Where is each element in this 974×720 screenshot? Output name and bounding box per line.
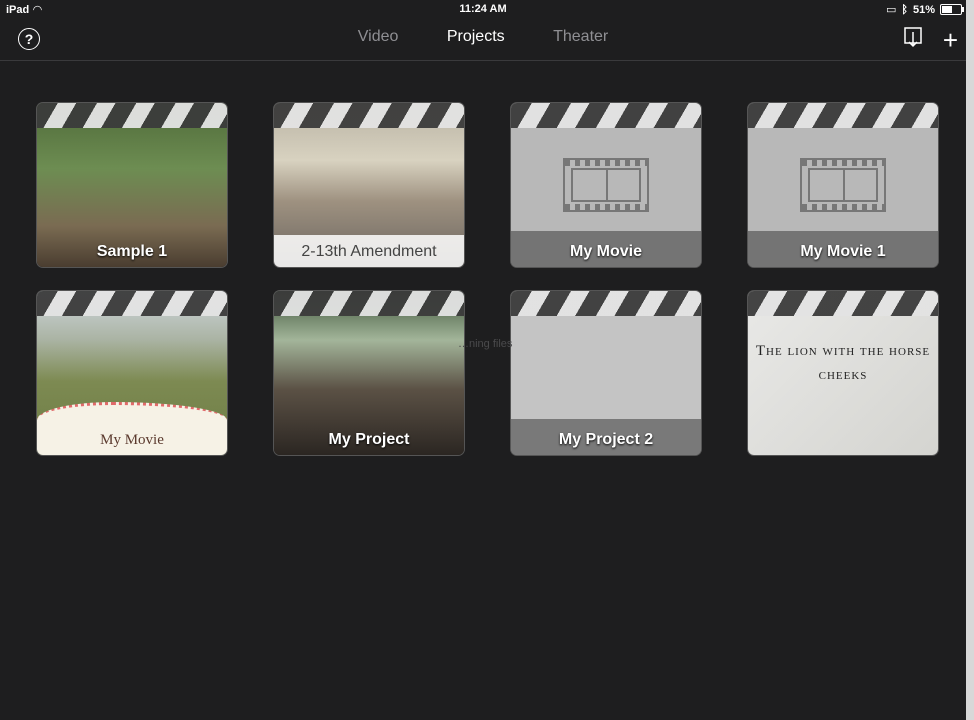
loading-ghost-text: …ning files bbox=[458, 338, 513, 350]
project-tile[interactable]: The lion with the horse cheeks bbox=[748, 291, 938, 455]
nav-bar: ? Video Projects Theater + bbox=[0, 20, 966, 61]
add-project-icon[interactable]: + bbox=[943, 27, 958, 53]
clapper-top bbox=[511, 291, 701, 316]
film-strip-icon bbox=[800, 158, 886, 212]
clapper-top bbox=[37, 103, 227, 128]
project-title: Sample 1 bbox=[96, 243, 168, 260]
project-title: 2-13th Amendment bbox=[301, 243, 437, 260]
tab-bar: Video Projects Theater bbox=[0, 28, 966, 46]
tab-projects[interactable]: Projects bbox=[447, 28, 505, 46]
battery-percent: 51% bbox=[912, 3, 935, 16]
tab-video[interactable]: Video bbox=[358, 28, 399, 46]
tab-theater[interactable]: Theater bbox=[553, 28, 608, 46]
project-tile[interactable]: 2-13th Amendment bbox=[274, 103, 464, 267]
import-icon[interactable] bbox=[903, 26, 923, 53]
status-time: 11:24 AM bbox=[459, 3, 507, 15]
airplay-icon: ▭ bbox=[885, 4, 897, 16]
status-right: ▭ ᛒ 51% bbox=[885, 3, 964, 16]
clapper-top bbox=[274, 103, 464, 128]
clapper-top bbox=[511, 103, 701, 128]
film-strip-icon bbox=[563, 158, 649, 212]
project-title: My Project 2 bbox=[558, 431, 654, 448]
project-title: My Movie bbox=[569, 243, 642, 260]
clapper-top bbox=[748, 291, 938, 316]
project-tile[interactable]: Sample 1 bbox=[37, 103, 227, 267]
nav-actions: + bbox=[903, 26, 958, 53]
clapper-top bbox=[274, 291, 464, 316]
project-tile[interactable]: My Project 2 bbox=[511, 291, 701, 455]
clapper-top bbox=[37, 291, 227, 316]
project-title-card: The lion with the horse cheeks bbox=[748, 339, 938, 387]
project-tile[interactable]: My Project bbox=[274, 291, 464, 455]
project-tile[interactable]: My Movie 1 bbox=[748, 103, 938, 267]
project-tile[interactable]: My Movie bbox=[37, 291, 227, 455]
project-title: The lion with the horse cheeks bbox=[755, 343, 931, 383]
project-title: My Movie 1 bbox=[800, 243, 886, 260]
bluetooth-icon: ᛒ bbox=[901, 3, 908, 16]
project-grid: Sample 1 2-13th Amendment My Movie My Mo… bbox=[37, 103, 938, 455]
right-edge bbox=[966, 0, 974, 720]
status-bar: iPad ◠ 11:24 AM ▭ ᛒ 51% bbox=[0, 0, 966, 20]
project-title: My Movie bbox=[100, 432, 164, 448]
clapper-top bbox=[748, 103, 938, 128]
battery-icon bbox=[940, 4, 964, 15]
project-tile[interactable]: My Movie bbox=[511, 103, 701, 267]
project-title: My Project bbox=[328, 431, 410, 448]
